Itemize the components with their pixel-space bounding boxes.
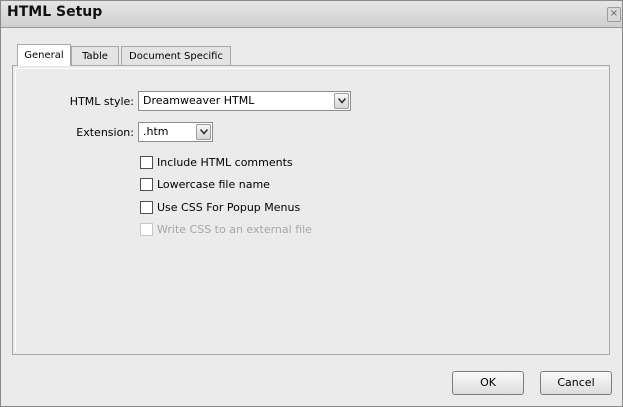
cancel-button[interactable]: Cancel bbox=[540, 371, 612, 395]
include-html-comments-checkbox[interactable] bbox=[140, 156, 153, 169]
lowercase-file-name-checkbox[interactable] bbox=[140, 178, 153, 191]
include-html-comments-label: Include HTML comments bbox=[157, 156, 293, 169]
use-css-popup-menus-label: Use CSS For Popup Menus bbox=[157, 201, 301, 214]
extension-select[interactable]: .htm bbox=[138, 122, 213, 142]
tab-table[interactable]: Table bbox=[71, 46, 119, 65]
extension-label: Extension: bbox=[76, 126, 134, 139]
tab-table-label: Table bbox=[82, 51, 108, 62]
html-style-select[interactable]: Dreamweaver HTML bbox=[138, 91, 351, 111]
chevron-down-icon[interactable] bbox=[334, 93, 349, 109]
lowercase-file-name-label: Lowercase file name bbox=[157, 178, 270, 191]
html-style-value: Dreamweaver HTML bbox=[143, 94, 255, 107]
ok-button[interactable]: OK bbox=[452, 371, 524, 395]
write-css-external-file-label: Write CSS to an external file bbox=[157, 223, 312, 236]
close-icon[interactable]: × bbox=[607, 7, 621, 22]
html-setup-dialog: HTML Setup × General Table Document Spec… bbox=[0, 0, 623, 407]
tab-document-specific[interactable]: Document Specific bbox=[121, 46, 231, 65]
html-style-label: HTML style: bbox=[69, 95, 134, 108]
tab-general[interactable]: General bbox=[17, 44, 71, 66]
tab-document-specific-label: Document Specific bbox=[129, 51, 223, 62]
chevron-down-icon[interactable] bbox=[196, 124, 211, 140]
write-css-external-file-checkbox bbox=[140, 223, 153, 236]
dialog-title: HTML Setup bbox=[7, 4, 103, 20]
general-panel: HTML style: Dreamweaver HTML Extension: … bbox=[12, 65, 610, 355]
tab-general-label: General bbox=[24, 50, 64, 61]
use-css-popup-menus-checkbox[interactable] bbox=[140, 201, 153, 214]
extension-value: .htm bbox=[143, 125, 169, 138]
title-bar[interactable]: HTML Setup × bbox=[1, 1, 622, 28]
